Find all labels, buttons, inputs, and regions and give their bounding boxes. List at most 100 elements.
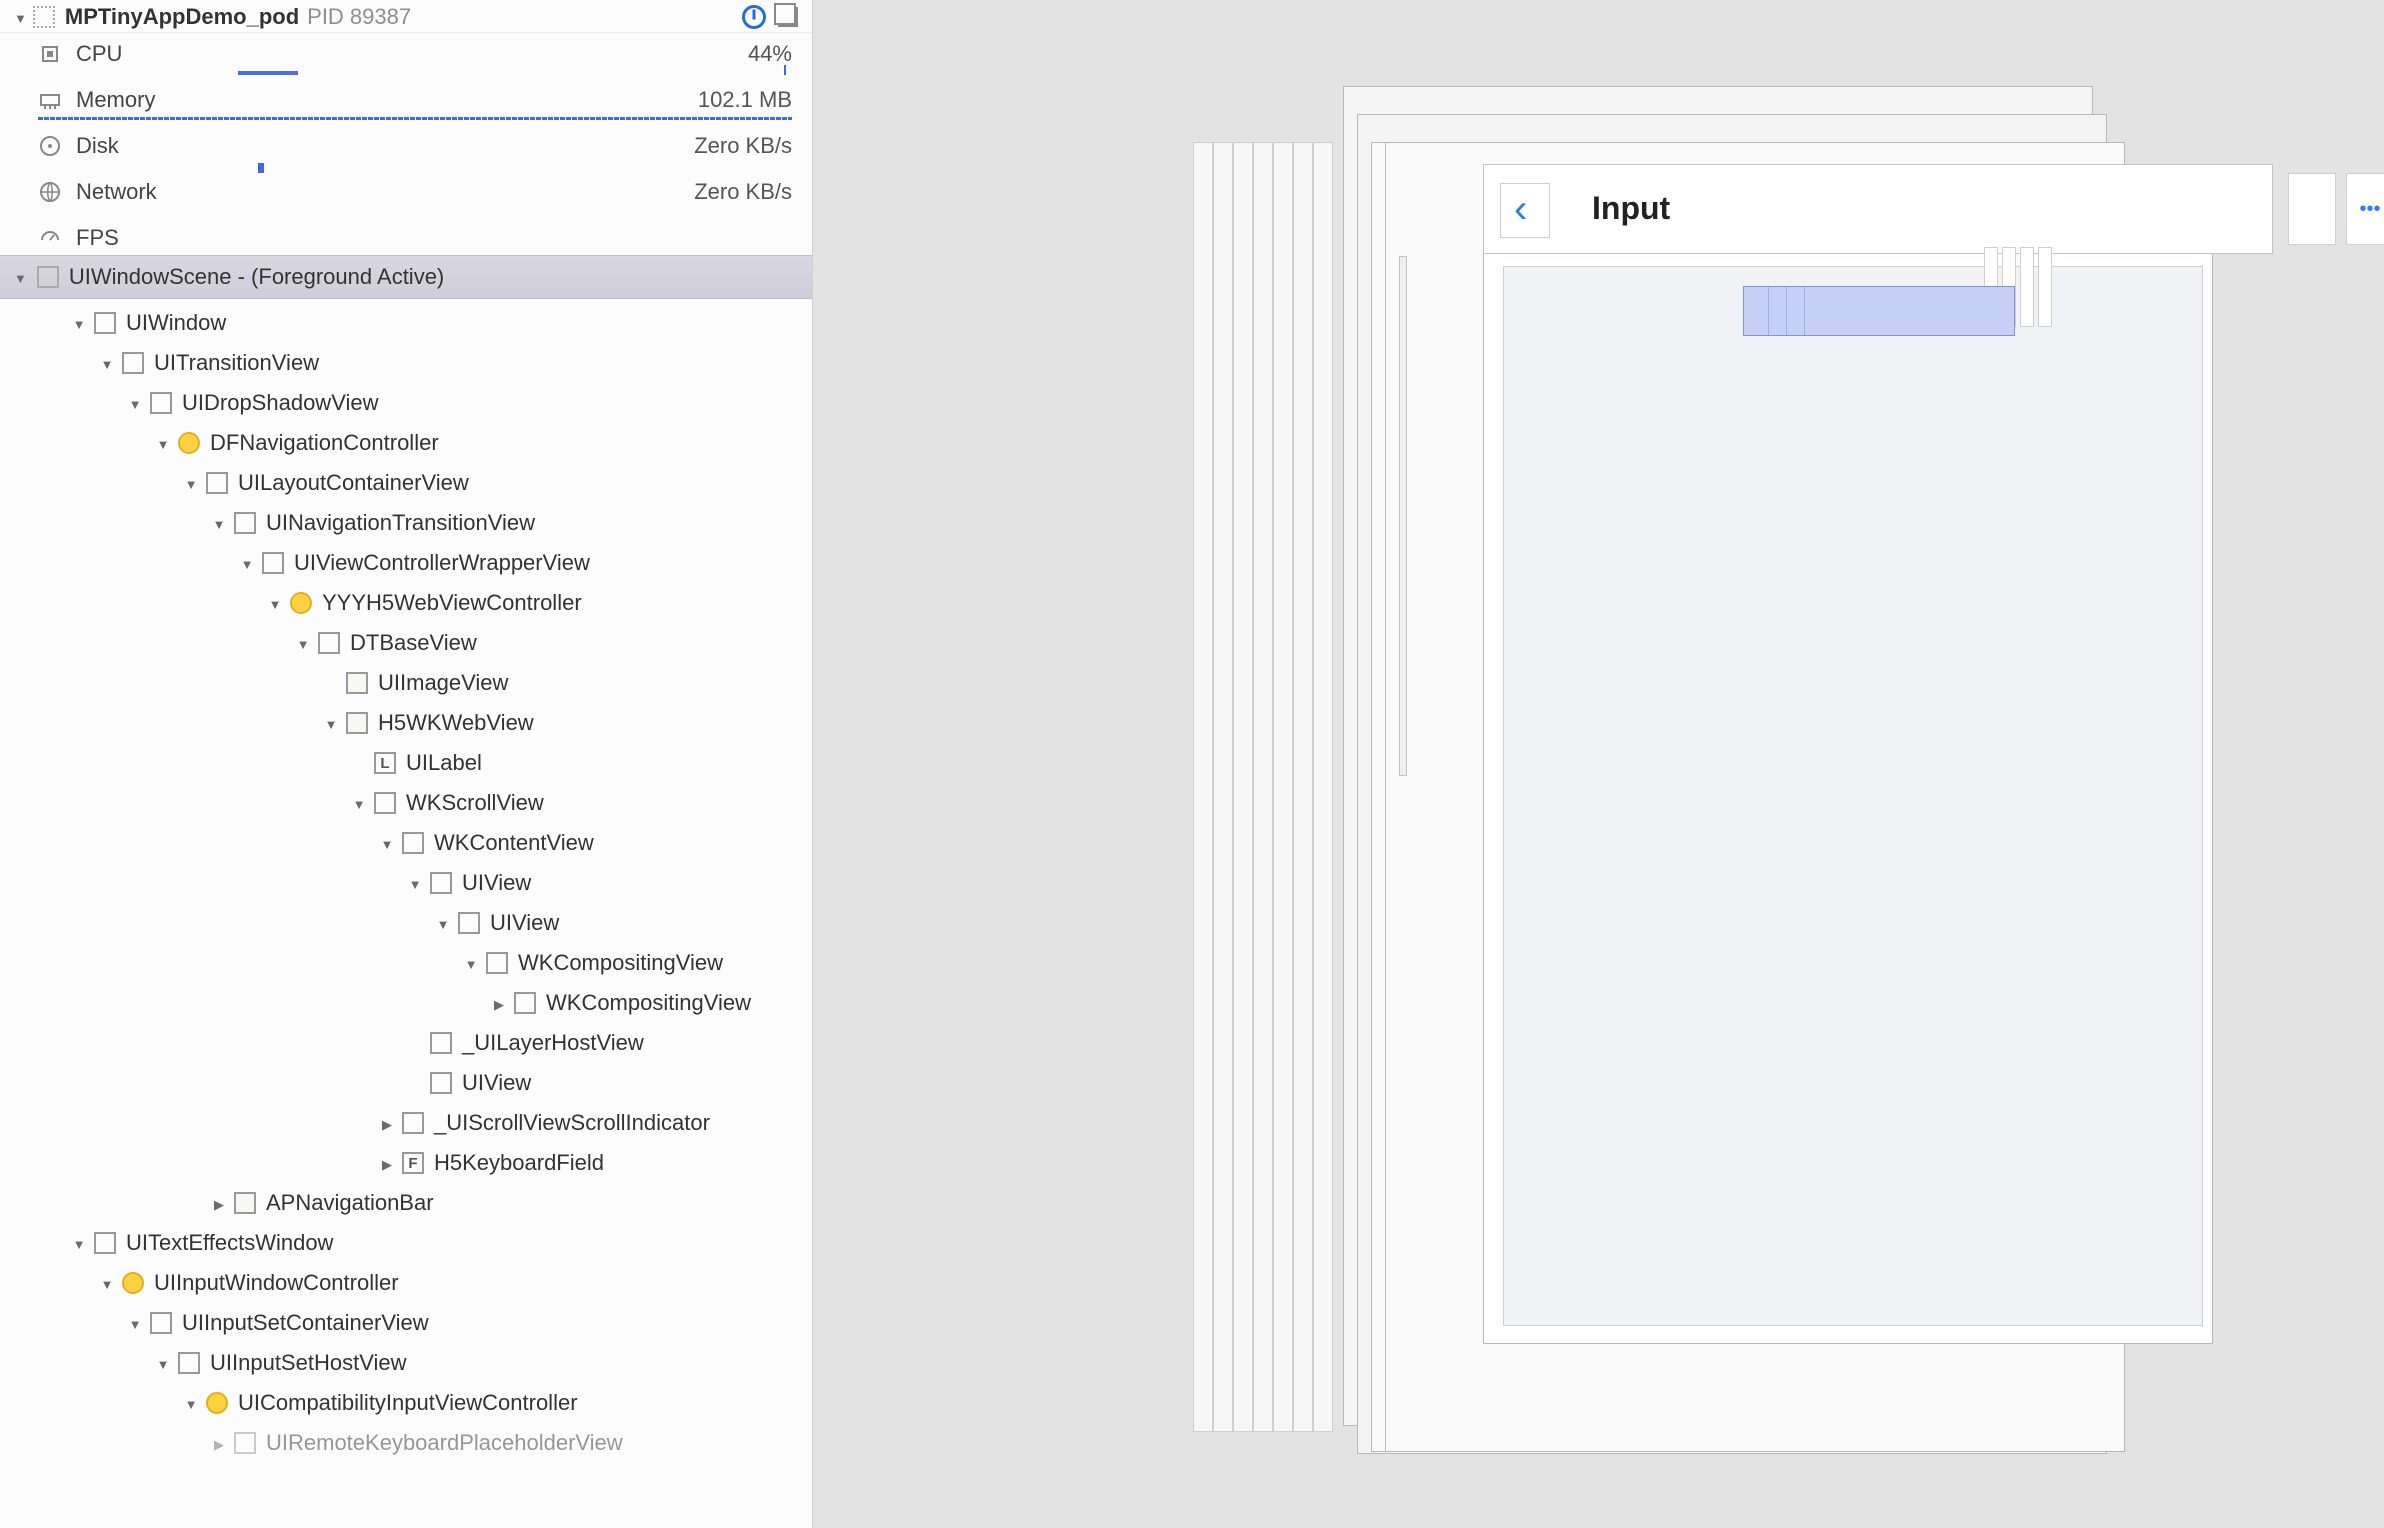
- tree-row[interactable]: UIInputSetHostView: [0, 1343, 812, 1383]
- tree-row[interactable]: UITransitionView: [0, 343, 812, 383]
- disclosure-triangle[interactable]: [182, 1393, 200, 1414]
- tree-row[interactable]: DFNavigationController: [0, 423, 812, 463]
- web-content-layer[interactable]: [1503, 266, 2203, 1326]
- tree-label: WKScrollView: [406, 790, 544, 816]
- disclosure-triangle[interactable]: [70, 313, 88, 334]
- tree-row[interactable]: UINavigationTransitionView: [0, 503, 812, 543]
- tree-row[interactable]: UILayoutContainerView: [0, 463, 812, 503]
- tree-row[interactable]: UITextEffectsWindow: [0, 1223, 812, 1263]
- metric-value: 102.1 MB: [698, 87, 792, 113]
- disclosure-triangle[interactable]: [294, 633, 312, 654]
- metric-label: CPU: [76, 41, 122, 67]
- disclosure-triangle[interactable]: [266, 593, 284, 614]
- disclosure-triangle[interactable]: [210, 1433, 228, 1454]
- label-icon: L: [374, 752, 396, 774]
- disclosure-triangle[interactable]: [70, 1233, 88, 1254]
- tree-label: UIInputWindowController: [154, 1270, 399, 1296]
- navigation-bar-layer[interactable]: ‹ Input: [1483, 164, 2273, 254]
- more-button[interactable]: [2346, 173, 2384, 245]
- disclosure-triangle[interactable]: [378, 833, 396, 854]
- tree-row[interactable]: _UIScrollViewScrollIndicator: [0, 1103, 812, 1143]
- disclosure-triangle[interactable]: [462, 953, 480, 974]
- view-icon: [374, 792, 396, 814]
- selected-view-highlight[interactable]: [1743, 286, 2015, 336]
- metric-label: FPS: [76, 225, 119, 251]
- view-icon: [150, 392, 172, 414]
- metric-cpu[interactable]: CPU 44%: [0, 33, 812, 71]
- disclosure-triangle[interactable]: [210, 1193, 228, 1214]
- back-chevron-icon[interactable]: ‹: [1514, 187, 1527, 232]
- tree-row[interactable]: UIDropShadowView: [0, 383, 812, 423]
- view-stack-icon[interactable]: [778, 7, 798, 27]
- tree-row[interactable]: UIViewControllerWrapperView: [0, 543, 812, 583]
- disclosure-triangle[interactable]: [406, 873, 424, 894]
- tree-row[interactable]: UIInputSetContainerView: [0, 1303, 812, 1343]
- tree-label: UIDropShadowView: [182, 390, 378, 416]
- tree-row[interactable]: YYYH5WebViewController: [0, 583, 812, 623]
- view-icon: [318, 632, 340, 654]
- tree-label: H5WKWebView: [378, 710, 534, 736]
- metric-network[interactable]: Network Zero KB/s: [0, 171, 812, 209]
- disclosure-triangle[interactable]: [98, 1273, 116, 1294]
- disclosure-triangle[interactable]: [322, 713, 340, 734]
- disclosure-triangle[interactable]: [434, 913, 452, 934]
- disclosure-triangle[interactable]: [378, 1153, 396, 1174]
- tree-row[interactable]: DTBaseView: [0, 623, 812, 663]
- disclosure-triangle[interactable]: [98, 353, 116, 374]
- network-icon: [38, 180, 62, 204]
- tree-row[interactable]: UIRemoteKeyboardPlaceholderView: [0, 1423, 812, 1463]
- disclosure-triangle[interactable]: [210, 513, 228, 534]
- tree-row[interactable]: FH5KeyboardField: [0, 1143, 812, 1183]
- disclosure-triangle[interactable]: [126, 1313, 144, 1334]
- view-debugger-canvas[interactable]: YYYH5WebViewController ‹ Input: [813, 0, 2384, 1528]
- metric-memory[interactable]: Memory 102.1 MB: [0, 79, 812, 117]
- metric-value: 44%: [748, 41, 792, 67]
- view-icon: [234, 1432, 256, 1454]
- tree-row[interactable]: WKContentView: [0, 823, 812, 863]
- metric-disk[interactable]: Disk Zero KB/s: [0, 125, 812, 163]
- view-icon: [486, 952, 508, 974]
- disclosure-triangle[interactable]: [182, 473, 200, 494]
- tree-row[interactable]: _UILayerHostView: [0, 1023, 812, 1063]
- tree-row[interactable]: UIImageView: [0, 663, 812, 703]
- disclosure-triangle[interactable]: [378, 1113, 396, 1134]
- scene-label: UIWindowScene - (Foreground Active): [69, 264, 444, 290]
- nav-title: Input: [1592, 190, 1670, 227]
- view-icon: [150, 1312, 172, 1334]
- view-icon: [402, 832, 424, 854]
- disclosure-triangle[interactable]: [154, 433, 172, 454]
- view-icon: [206, 472, 228, 494]
- tree-row[interactable]: UIInputWindowController: [0, 1263, 812, 1303]
- pid-label: PID 89387: [307, 4, 411, 30]
- tree-row[interactable]: UICompatibilityInputViewController: [0, 1383, 812, 1423]
- scene-row[interactable]: UIWindowScene - (Foreground Active): [0, 255, 812, 299]
- tree-row[interactable]: UIView: [0, 1063, 812, 1103]
- metric-fps[interactable]: FPS: [0, 217, 812, 255]
- tree-row[interactable]: WKCompositingView: [0, 983, 812, 1023]
- tree-row[interactable]: APNavigationBar: [0, 1183, 812, 1223]
- controller-icon: [122, 1272, 144, 1294]
- tree-row[interactable]: WKScrollView: [0, 783, 812, 823]
- tree-row[interactable]: UIView: [0, 863, 812, 903]
- cpu-icon: [38, 42, 62, 66]
- view-icon: [94, 1232, 116, 1254]
- disclosure-triangle[interactable]: [14, 267, 27, 288]
- memory-icon: [38, 88, 62, 112]
- tree-row[interactable]: UIWindow: [0, 303, 812, 343]
- tree-row[interactable]: WKCompositingView: [0, 943, 812, 983]
- navbar-icon: [234, 1192, 256, 1214]
- disclosure-triangle[interactable]: [126, 393, 144, 414]
- tree-row[interactable]: H5WKWebView: [0, 703, 812, 743]
- tree-row[interactable]: LUILabel: [0, 743, 812, 783]
- tree-label: _UILayerHostView: [462, 1030, 644, 1056]
- tree-row[interactable]: UIView: [0, 903, 812, 943]
- disclosure-triangle[interactable]: [154, 1353, 172, 1374]
- disclosure-triangle[interactable]: [350, 793, 368, 814]
- view-icon: [402, 1112, 424, 1134]
- disclosure-triangle[interactable]: [238, 553, 256, 574]
- disclosure-triangle[interactable]: [14, 7, 27, 28]
- tree-label: UINavigationTransitionView: [266, 510, 535, 536]
- fps-icon: [38, 226, 62, 250]
- profile-icon[interactable]: [742, 5, 766, 29]
- disclosure-triangle[interactable]: [490, 993, 508, 1014]
